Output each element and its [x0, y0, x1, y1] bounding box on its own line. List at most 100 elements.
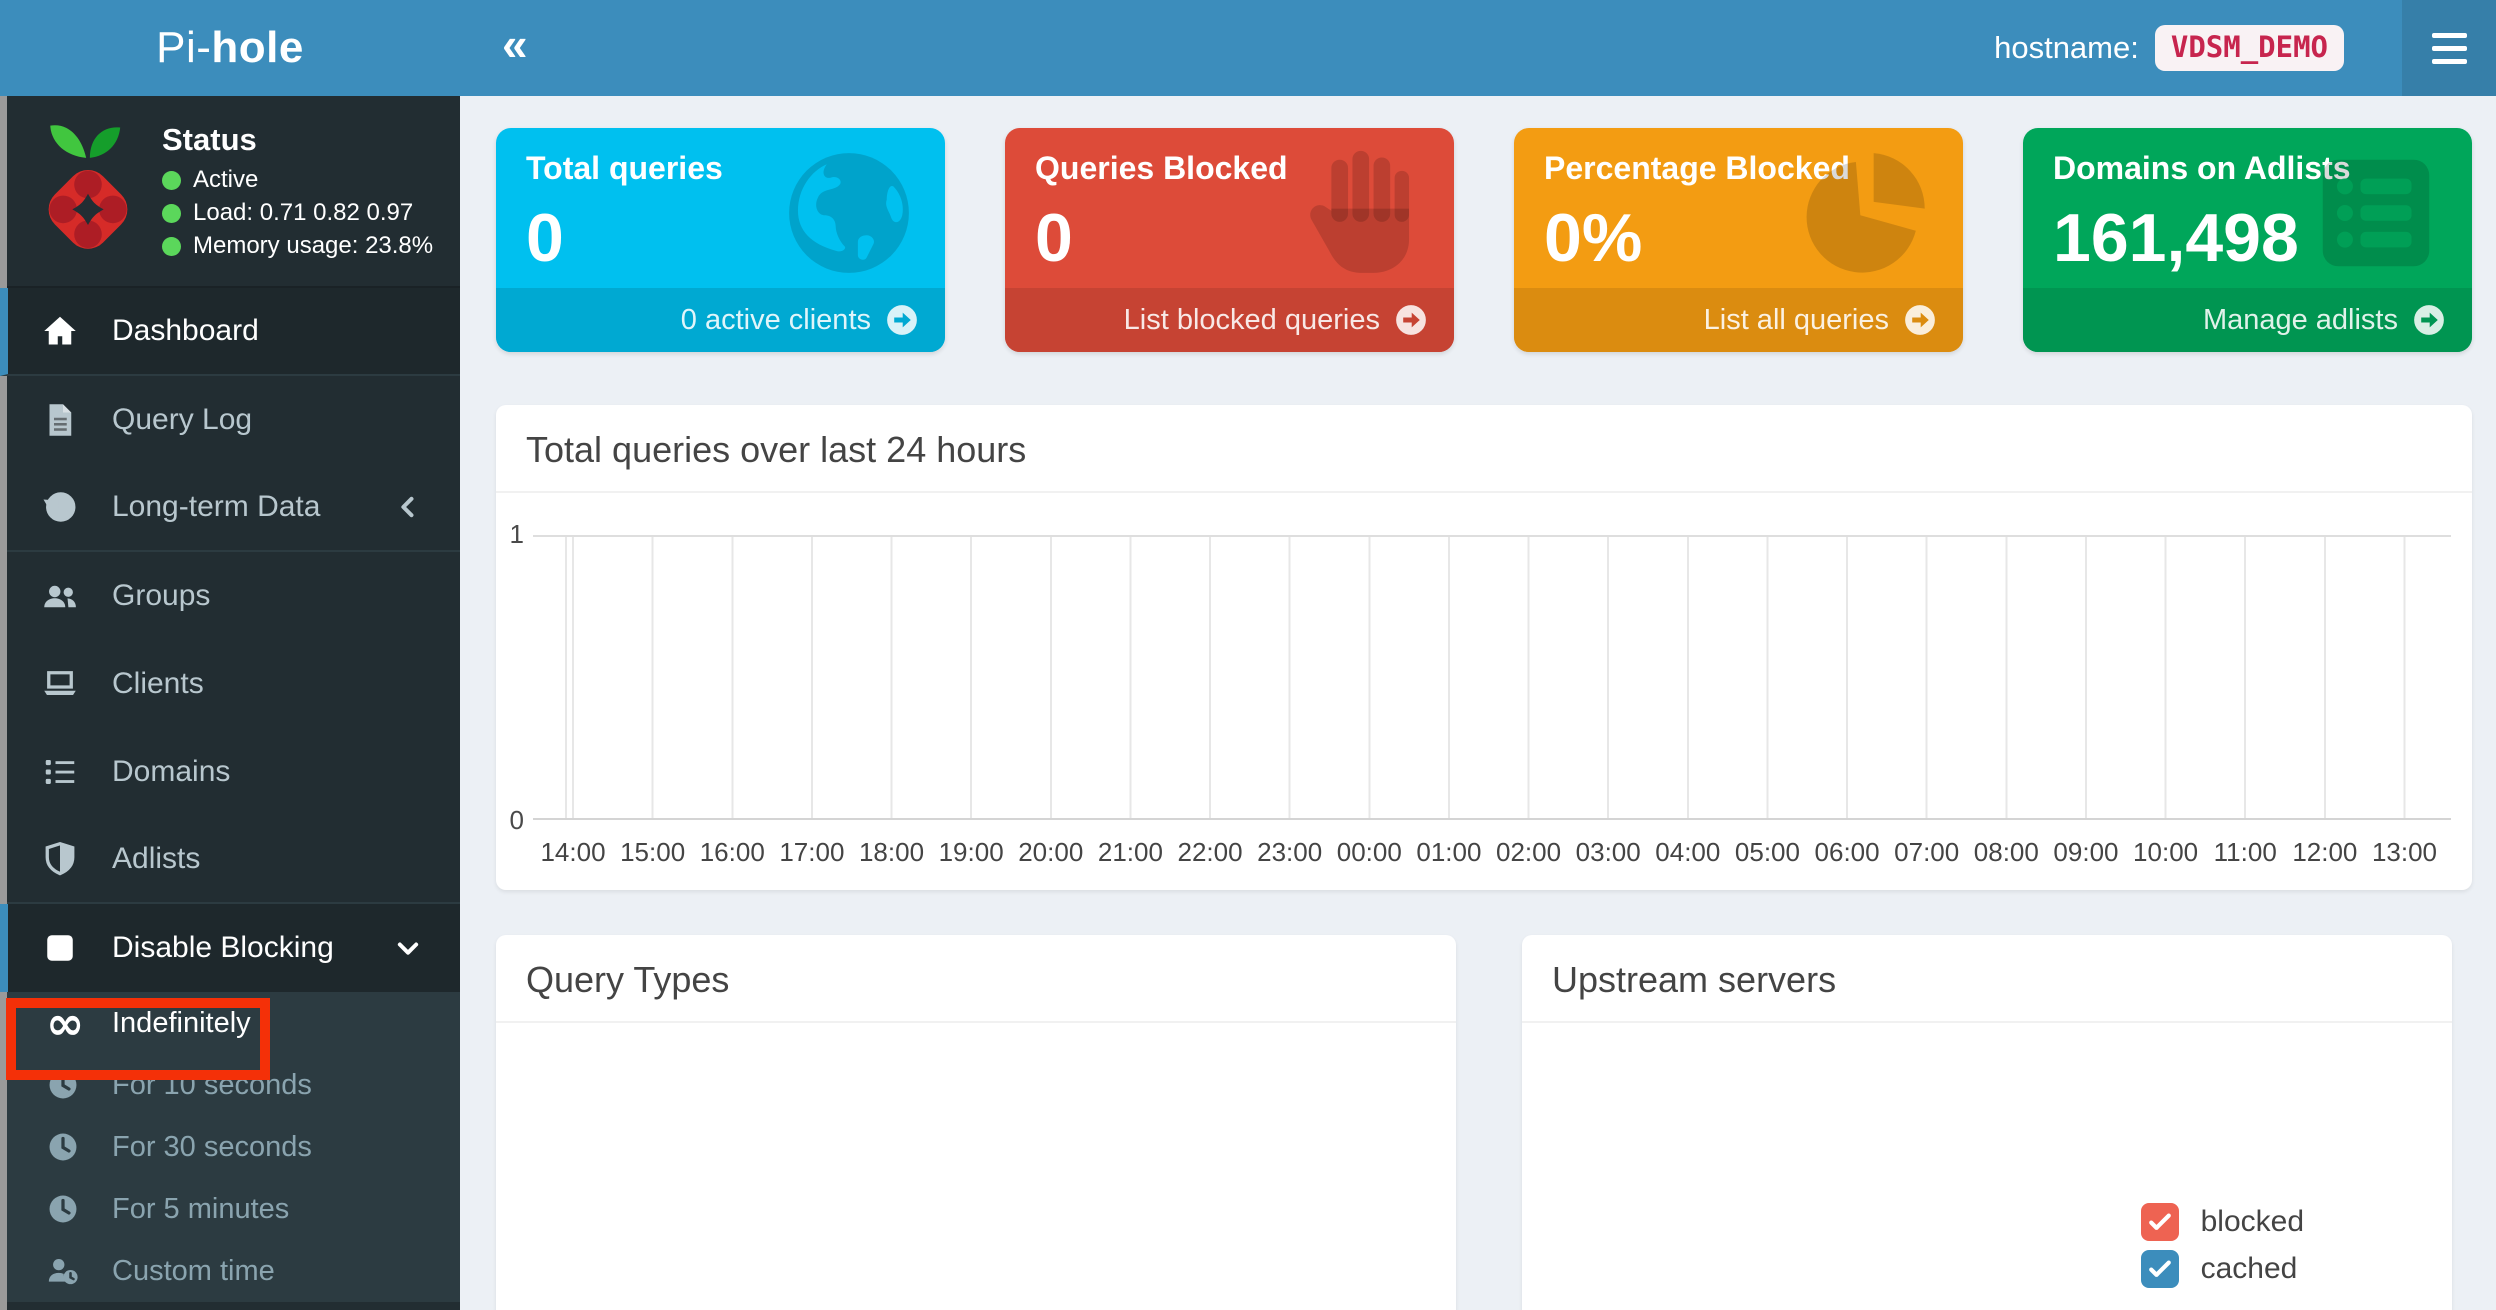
card-footer-label: 0 active clients — [681, 304, 871, 337]
green-dot-icon — [162, 237, 181, 256]
status-info: Status Active Load: 0.71 0.82 0.97 Memor… — [162, 122, 433, 260]
status-row-memory: Memory usage: 23.8% — [162, 232, 433, 260]
globe-icon — [771, 142, 927, 284]
sidebar-item-label: Adlists — [112, 842, 200, 876]
upstream-servers-panel: Upstream servers blocked cached — [1522, 935, 2452, 1310]
checkbox-checked-icon — [2141, 1250, 2179, 1288]
query-types-panel: Query Types — [496, 935, 1456, 1310]
submenu-item-for-10-seconds[interactable]: For 10 seconds — [0, 1054, 460, 1116]
pihole-dashboard: Pi-hole « hostname: VDSM_DEMO — [0, 0, 2496, 1310]
sidebar-item-long-term-data[interactable]: Long-term Data — [0, 464, 460, 552]
card-footer-link[interactable]: Manage adlists — [2023, 288, 2472, 352]
query-types-title: Query Types — [496, 935, 1456, 1023]
y-axis-tick: 0 — [498, 805, 524, 836]
submenu-item-for-30-seconds[interactable]: For 30 seconds — [0, 1116, 460, 1178]
legend-item-blocked[interactable]: blocked — [2141, 1203, 2304, 1241]
status-row-load: Load: 0.71 0.82 0.97 — [162, 199, 433, 227]
card-total-queries: Total queries 0 0 active clients — [496, 128, 945, 352]
sidebar-item-groups[interactable]: Groups — [0, 552, 460, 640]
hand-paper-icon — [1280, 142, 1436, 284]
submenu-item-label: For 10 seconds — [112, 1069, 312, 1102]
submenu-item-label: Indefinitely — [112, 1007, 251, 1040]
users-icon — [42, 578, 86, 614]
pie-chart-icon — [1789, 142, 1945, 284]
chevron-left-icon — [394, 493, 422, 521]
card-footer-link[interactable]: List blocked queries — [1005, 288, 1454, 352]
clock-icon — [46, 1068, 88, 1102]
total-queries-chart-panel: Total queries over last 24 hours 1 0 14:… — [496, 405, 2472, 890]
y-axis-tick: 1 — [498, 519, 524, 550]
sidebar-item-query-log[interactable]: Query Log — [0, 376, 460, 464]
sidebar-scrollbar[interactable] — [0, 96, 7, 1310]
submenu-item-indefinitely[interactable]: ∞ Indefinitely — [0, 992, 460, 1054]
chart-legend: blocked cached — [2141, 1203, 2304, 1288]
sidebar-item-clients[interactable]: Clients — [0, 640, 460, 728]
hostname-label: hostname: — [1994, 30, 2139, 66]
sidebar-item-domains[interactable]: Domains — [0, 728, 460, 816]
user-clock-icon — [46, 1254, 88, 1288]
checkbox-checked-icon — [2141, 1203, 2179, 1241]
card-footer-label: List blocked queries — [1124, 304, 1380, 337]
chart-plot-area — [533, 535, 2451, 820]
navbar-right: hostname: VDSM_DEMO — [1994, 25, 2402, 71]
legend-item-cached[interactable]: cached — [2141, 1250, 2304, 1288]
sidebar-item-label: Domains — [112, 755, 230, 789]
card-footer-link[interactable]: List all queries — [1514, 288, 1963, 352]
chart-panel-title: Total queries over last 24 hours — [496, 405, 2472, 493]
arrow-circle-right-icon — [885, 303, 919, 337]
bottom-panels: Query Types Upstream servers blocked — [496, 935, 2472, 1310]
sidebar-item-label: Clients — [112, 667, 204, 701]
list-icon — [42, 754, 86, 790]
disable-blocking-submenu: ∞ Indefinitely For 10 seconds For 30 sec… — [0, 992, 460, 1302]
sidebar-collapse-icon[interactable]: « — [502, 21, 528, 75]
submenu-item-label: Custom time — [112, 1255, 275, 1288]
arrow-circle-right-icon — [1394, 303, 1428, 337]
status-row-active: Active — [162, 166, 433, 194]
card-queries-blocked: Queries Blocked 0 List blocked queries — [1005, 128, 1454, 352]
home-icon — [42, 313, 86, 349]
card-percentage-blocked: Percentage Blocked 0% List all queries — [1514, 128, 1963, 352]
sidebar-menu: Dashboard Query Log Long-term Data — [0, 288, 460, 992]
file-icon — [42, 402, 86, 438]
infinity-icon: ∞ — [46, 1006, 88, 1040]
top-navbar: Pi-hole « hostname: VDSM_DEMO — [0, 0, 2496, 96]
clock-icon — [46, 1130, 88, 1164]
sidebar-item-label: Groups — [112, 579, 210, 613]
stop-icon — [42, 930, 86, 966]
queries-over-time-chart[interactable]: 1 0 14:0015:0016:0017:0018:0019:0020:002… — [496, 493, 2472, 889]
submenu-item-for-5-minutes[interactable]: For 5 minutes — [0, 1178, 460, 1240]
shield-icon — [42, 841, 86, 877]
list-alt-icon — [2298, 142, 2454, 284]
hostname-badge: VDSM_DEMO — [2155, 25, 2344, 71]
sidebar-item-adlists[interactable]: Adlists — [0, 816, 460, 904]
sidebar-item-label: Query Log — [112, 403, 252, 437]
submenu-item-custom-time[interactable]: Custom time — [0, 1240, 460, 1302]
status-title: Status — [162, 122, 433, 158]
pihole-raspberry-logo — [42, 115, 134, 267]
card-footer-link[interactable]: 0 active clients — [496, 288, 945, 352]
submenu-item-label: For 5 minutes — [112, 1193, 289, 1226]
sidebar-item-dashboard[interactable]: Dashboard — [0, 288, 460, 376]
laptop-icon — [42, 666, 86, 702]
submenu-item-label: For 30 seconds — [112, 1131, 312, 1164]
history-icon — [42, 489, 86, 525]
sidebar-item-disable-blocking[interactable]: Disable Blocking — [0, 904, 460, 992]
sidebar: Status Active Load: 0.71 0.82 0.97 Memor… — [0, 96, 460, 1310]
card-domains-on-adlists: Domains on Adlists 161,498 Manage adlist… — [2023, 128, 2472, 352]
navbar: « hostname: VDSM_DEMO — [460, 0, 2496, 96]
brand-logo[interactable]: Pi-hole — [0, 0, 460, 96]
upstream-servers-title: Upstream servers — [1522, 935, 2452, 1023]
x-axis-labels: 14:0015:0016:0017:0018:0019:0020:0021:00… — [533, 837, 2451, 871]
sidebar-item-label: Disable Blocking — [112, 931, 334, 965]
green-dot-icon — [162, 204, 181, 223]
card-footer-label: List all queries — [1704, 304, 1889, 337]
arrow-circle-right-icon — [2412, 303, 2446, 337]
brand-text-regular: Pi- — [156, 23, 211, 73]
card-footer-label: Manage adlists — [2203, 304, 2398, 337]
hamburger-menu-icon[interactable] — [2402, 0, 2496, 96]
legend-label: blocked — [2201, 1205, 2304, 1239]
main-content: Total queries 0 0 active clients Queries… — [460, 96, 2496, 1310]
green-dot-icon — [162, 171, 181, 190]
status-panel: Status Active Load: 0.71 0.82 0.97 Memor… — [0, 96, 460, 288]
brand-text-bold: hole — [211, 23, 303, 73]
